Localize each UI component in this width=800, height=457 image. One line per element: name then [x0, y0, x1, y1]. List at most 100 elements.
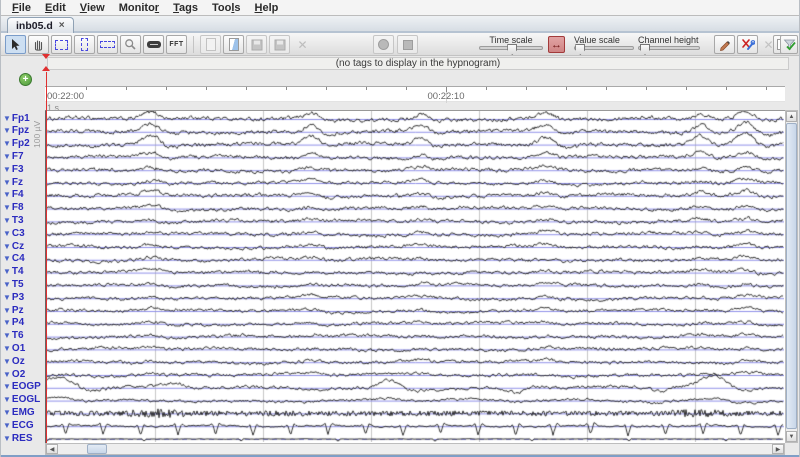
- channel-label-ecg[interactable]: ▼ECG: [3, 420, 34, 431]
- channel-dropdown-icon[interactable]: ▼: [3, 435, 11, 443]
- signal-plot-area[interactable]: [45, 110, 785, 443]
- select-row-tool-button[interactable]: [97, 35, 118, 54]
- channel-dropdown-icon[interactable]: ▼: [3, 383, 11, 391]
- channel-label-fz[interactable]: ▼Fz: [3, 177, 23, 188]
- channel-dropdown-icon[interactable]: ▼: [3, 332, 11, 340]
- channel-label-t3[interactable]: ▼T3: [3, 215, 24, 226]
- channel-label-f7[interactable]: ▼F7: [3, 151, 24, 162]
- select-tool-button[interactable]: [5, 35, 26, 54]
- scroll-right-button[interactable]: ▶: [772, 444, 784, 454]
- add-tag-button[interactable]: +: [19, 73, 32, 86]
- scroll-up-button[interactable]: ▲: [786, 111, 797, 122]
- channel-dropdown-icon[interactable]: ▼: [3, 319, 11, 327]
- select-region-tool-button[interactable]: [51, 35, 72, 54]
- channel-label-c4[interactable]: ▼C4: [3, 254, 25, 265]
- measure-tool-button[interactable]: [143, 35, 164, 54]
- pan-tool-button[interactable]: [28, 35, 49, 54]
- save-tag-as-button[interactable]: [269, 35, 290, 54]
- channel-label-c3[interactable]: ▼C3: [3, 228, 25, 239]
- channel-dropdown-icon[interactable]: ▼: [3, 371, 11, 379]
- channel-dropdown-icon[interactable]: ▼: [3, 255, 11, 263]
- vertical-scrollbar[interactable]: ▲ ▼: [785, 110, 798, 443]
- channel-dropdown-icon[interactable]: ▼: [3, 345, 11, 353]
- channel-dropdown-icon[interactable]: ▼: [3, 204, 11, 212]
- channel-dropdown-icon[interactable]: ▼: [3, 115, 11, 123]
- channel-label-f4[interactable]: ▼F4: [3, 190, 24, 201]
- menu-monitor[interactable]: Monitor: [112, 2, 166, 14]
- channel-dropdown-icon[interactable]: ▼: [3, 268, 11, 276]
- channel-dropdown-icon[interactable]: ▼: [3, 281, 11, 289]
- channel-label-f3[interactable]: ▼F3: [3, 164, 24, 175]
- channel-label-eogl[interactable]: ▼EOGL: [3, 395, 40, 406]
- time-ruler[interactable]: 00:22:0000:22:10: [45, 86, 785, 102]
- menu-tags[interactable]: Tags: [166, 2, 205, 14]
- filtering-toggle-button[interactable]: [780, 35, 798, 54]
- value-scale-slider[interactable]: [574, 46, 634, 50]
- channel-dropdown-icon[interactable]: ▼: [3, 294, 11, 302]
- channel-dropdown-icon[interactable]: ▼: [3, 140, 11, 148]
- signal-canvas[interactable]: [46, 111, 784, 442]
- menu-help[interactable]: Help: [248, 2, 286, 14]
- stop-button[interactable]: [397, 35, 418, 54]
- channel-dropdown-icon[interactable]: ▼: [3, 230, 11, 238]
- zoom-tool-button[interactable]: [120, 35, 141, 54]
- channel-dropdown-icon[interactable]: ▼: [3, 153, 11, 161]
- channel-label-emg[interactable]: ▼EMG: [3, 407, 35, 418]
- channel-label-fpz[interactable]: ▼Fpz: [3, 126, 29, 137]
- channel-dropdown-icon[interactable]: ▼: [3, 409, 11, 417]
- channel-dropdown-icon[interactable]: ▼: [3, 179, 11, 187]
- channel-dropdown-icon[interactable]: ▼: [3, 307, 11, 315]
- channel-label-res[interactable]: ▼RES: [3, 433, 32, 444]
- value-scale-thumb[interactable]: [575, 44, 585, 55]
- record-button[interactable]: [373, 35, 394, 54]
- horizontal-scrollbar[interactable]: ◀ ▶: [45, 443, 785, 455]
- vertical-scroll-thumb[interactable]: [786, 123, 797, 429]
- close-tag-button[interactable]: ✕: [292, 35, 313, 54]
- channel-label-p3[interactable]: ▼P3: [3, 292, 24, 303]
- select-column-tool-button[interactable]: [74, 35, 95, 54]
- fit-time-scale-toggle[interactable]: ↔: [548, 36, 565, 53]
- save-tag-button[interactable]: [246, 35, 267, 54]
- channel-dropdown-icon[interactable]: ▼: [3, 243, 11, 251]
- menu-view[interactable]: View: [73, 2, 112, 14]
- time-scale-slider[interactable]: [479, 46, 543, 50]
- menu-tools[interactable]: Tools: [205, 2, 248, 14]
- edit-filters-button[interactable]: [737, 35, 758, 54]
- horizontal-scroll-thumb[interactable]: [87, 444, 107, 454]
- time-scale-thumb[interactable]: [507, 44, 517, 55]
- channel-name: T5: [12, 280, 24, 290]
- channel-label-fp2[interactable]: ▼Fp2: [3, 139, 30, 150]
- channel-label-p4[interactable]: ▼P4: [3, 318, 24, 329]
- scroll-down-button[interactable]: ▼: [786, 431, 797, 442]
- channel-height-thumb[interactable]: [640, 44, 650, 55]
- channel-label-f8[interactable]: ▼F8: [3, 203, 24, 214]
- channel-label-fp1[interactable]: ▼Fp1: [3, 113, 30, 124]
- menu-edit[interactable]: Edit: [38, 2, 73, 14]
- channel-dropdown-icon[interactable]: ▼: [3, 358, 11, 366]
- channel-label-t4[interactable]: ▼T4: [3, 267, 24, 278]
- channel-label-oz[interactable]: ▼Oz: [3, 356, 25, 367]
- channel-dropdown-icon[interactable]: ▼: [3, 191, 11, 199]
- menu-file[interactable]: File: [5, 2, 38, 14]
- channel-label-t5[interactable]: ▼T5: [3, 279, 24, 290]
- channel-dropdown-icon[interactable]: ▼: [3, 127, 11, 135]
- channel-label-eogp[interactable]: ▼EOGP: [3, 382, 41, 393]
- channel-height-slider[interactable]: [638, 46, 700, 50]
- edit-montage-button[interactable]: [714, 35, 735, 54]
- hypnogram-panel[interactable]: (no tags to display in the hypnogram): [47, 57, 789, 70]
- channel-dropdown-icon[interactable]: ▼: [3, 422, 11, 430]
- channel-dropdown-icon[interactable]: ▼: [3, 396, 11, 404]
- scroll-left-button[interactable]: ◀: [46, 444, 58, 454]
- channel-label-pz[interactable]: ▼Pz: [3, 305, 24, 316]
- channel-label-t6[interactable]: ▼T6: [3, 331, 24, 342]
- channel-label-o2[interactable]: ▼O2: [3, 369, 25, 380]
- new-tag-button[interactable]: [200, 35, 221, 54]
- channel-label-cz[interactable]: ▼Cz: [3, 241, 24, 252]
- channel-label-o1[interactable]: ▼O1: [3, 343, 25, 354]
- tab-inb05[interactable]: inb05.d ×: [7, 17, 74, 33]
- fft-tool-button[interactable]: FFT: [166, 35, 187, 54]
- channel-dropdown-icon[interactable]: ▼: [3, 217, 11, 225]
- tab-close-icon[interactable]: ×: [59, 21, 65, 31]
- open-tag-button[interactable]: [223, 35, 244, 54]
- channel-dropdown-icon[interactable]: ▼: [3, 166, 11, 174]
